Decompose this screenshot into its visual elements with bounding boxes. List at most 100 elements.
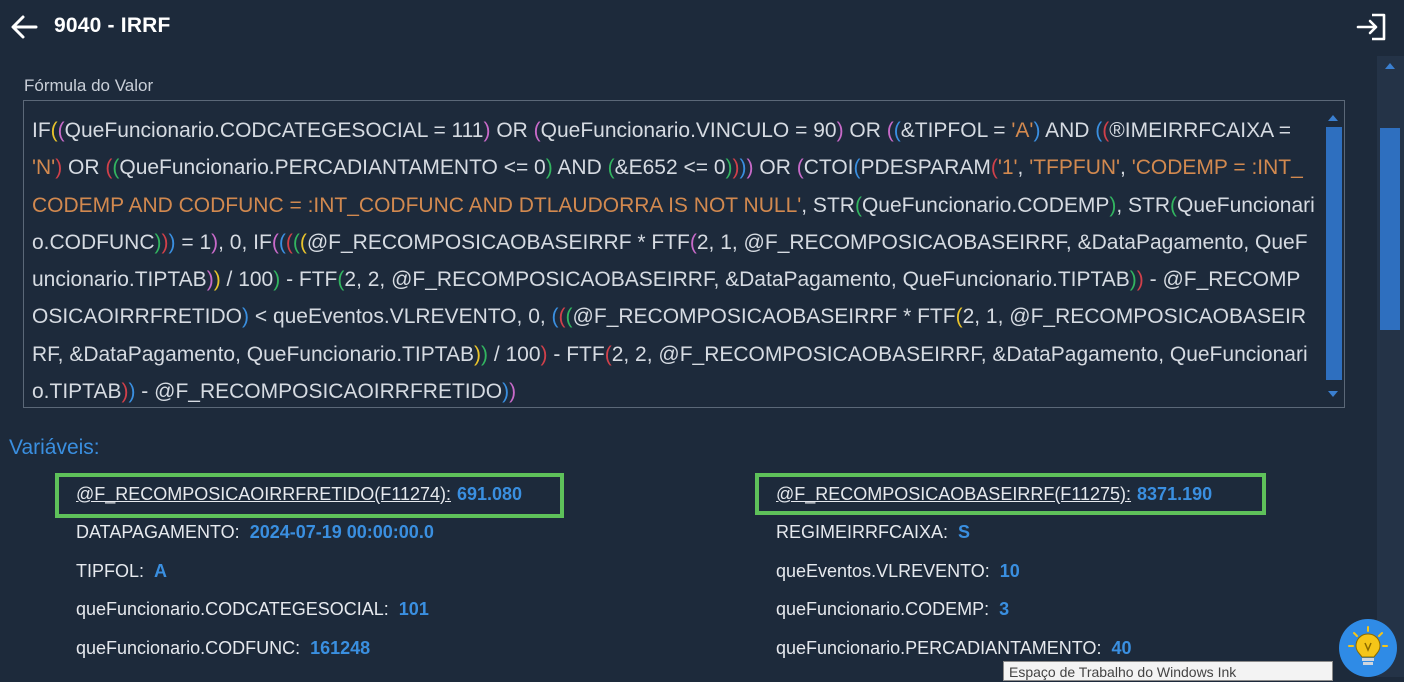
variable-value: 3: [999, 599, 1010, 619]
variables-title: Variáveis:: [9, 436, 100, 459]
formula-token: @F_RECOMPOSICAOBASEIRRF * FTF: [306, 230, 690, 254]
formula-paren-token: (: [607, 156, 615, 180]
variable-row: @F_RECOMPOSICAOIRRFRETIDO(F11274): 691.08…: [76, 484, 522, 505]
variable-row: @F_RECOMPOSICAOBASEIRRF(F11275): 8371.190: [776, 484, 1212, 505]
formula-paren-token: (: [689, 230, 697, 254]
formula-token: = 1: [175, 230, 212, 254]
formula-paren-token: (: [854, 193, 862, 217]
formula-token: QueFuncionario.CODEMP: [861, 193, 1110, 217]
formula-paren-token: ): [509, 380, 517, 404]
variable-row: queFuncionario.CODFUNC: 161248: [76, 638, 370, 659]
formula-paren-token: (: [955, 305, 963, 329]
formula-token: OR: [843, 119, 887, 142]
formula-token: &TIPFOL =: [900, 119, 1012, 142]
page-title: 9040 - IRRF: [54, 14, 171, 37]
formula-paren-token: (: [292, 230, 300, 254]
formula-paren-token: ): [242, 305, 250, 329]
formula-token: OR: [490, 119, 534, 142]
formula-token: CTOI: [803, 156, 854, 180]
formula-token: IF: [32, 119, 51, 142]
formula-token: / 100: [487, 342, 541, 366]
formula-token: OR: [753, 156, 797, 180]
formula-paren-token: ): [1136, 268, 1144, 292]
variable-name-link[interactable]: @F_RECOMPOSICAOIRRFRETIDO(F11274):: [76, 484, 451, 504]
formula-paren-token: (: [50, 119, 58, 142]
formula-token: - FTF: [280, 268, 338, 292]
formula-token: / 100: [220, 268, 274, 292]
variable-row: queFuncionario.PERCADIANTAMENTO: 40: [776, 638, 1131, 659]
formula-paren-token: (: [533, 119, 541, 142]
formula-paren-token: (: [285, 230, 293, 254]
formula-token: < queEventos.VLREVENTO, 0,: [249, 305, 552, 329]
formula-scrollbar[interactable]: [1322, 101, 1344, 407]
formula-paren-token: (: [853, 156, 861, 180]
formula-paren-token: ): [213, 268, 221, 292]
formula-paren-token: ): [732, 156, 740, 180]
formula-token: QueFuncionario.CODCATEGESOCIAL = 111: [64, 119, 484, 142]
formula-token: AND: [1040, 119, 1096, 142]
variable-value: 2024-07-19 00:00:00.0: [249, 522, 434, 542]
formula-paren-token: (: [893, 119, 901, 142]
formula-token: @F_RECOMPOSICAOBASEIRRF * FTF: [572, 305, 956, 329]
formula-token: - FTF: [547, 342, 605, 366]
variable-name: queFuncionario.CODCATEGESOCIAL:: [76, 599, 389, 619]
formula-paren-token: (: [558, 305, 566, 329]
variable-name: queFuncionario.PERCADIANTAMENTO:: [776, 638, 1102, 658]
formula-token: AND: [552, 156, 608, 180]
formula-string-token: 'A': [1011, 119, 1034, 142]
lightbulb-icon: [1348, 626, 1388, 665]
arrow-left-icon[interactable]: [10, 14, 38, 40]
formula-paren-token: ): [480, 342, 488, 366]
formula-token: &E652 <= 0: [614, 156, 726, 180]
variable-value: 40: [1111, 638, 1132, 658]
variable-value: A: [154, 561, 168, 581]
scroll-down-arrow-icon[interactable]: [1328, 391, 1338, 397]
tooltip: Espaço de Trabalho do Windows Ink: [1003, 661, 1333, 681]
variable-value: 161248: [310, 638, 371, 658]
formula-paren-token: ): [154, 230, 162, 254]
formula-token: ®IMEIRRFCAIXA =: [1109, 119, 1292, 142]
formula-paren-token: (: [551, 305, 559, 329]
formula-text[interactable]: IF((QueFuncionario.CODCATEGESOCIAL = 111…: [32, 112, 1315, 410]
variable-name: DATAPAGAMENTO:: [76, 522, 240, 542]
formula-paren-token: ): [1129, 268, 1137, 292]
formula-token: , 0, IF: [218, 230, 272, 254]
formula-token: - @F_RECOMPOSICAOIRRFRETIDO: [135, 380, 503, 404]
formula-token: , STR: [1116, 193, 1171, 217]
formula-scroll-thumb[interactable]: [1326, 127, 1342, 380]
formula-string-token: 'TFPFUN': [1029, 156, 1121, 180]
formula-paren-token: (: [57, 119, 65, 142]
variable-name: queEventos.VLREVENTO:: [776, 561, 990, 581]
variable-row: queEventos.VLREVENTO: 10: [776, 561, 1020, 582]
scroll-up-arrow-icon[interactable]: [1385, 63, 1395, 69]
scroll-up-arrow-icon[interactable]: [1328, 115, 1338, 121]
formula-paren-token: (: [278, 230, 286, 254]
variable-name: REGIMEIRRFCAIXA:: [776, 522, 949, 542]
variable-row: DATAPAGAMENTO: 2024-07-19 00:00:00.0: [76, 522, 434, 543]
variable-row: queFuncionario.CODEMP: 3: [776, 599, 1009, 620]
formula-paren-token: ): [168, 230, 176, 254]
assistant-button[interactable]: [1339, 619, 1397, 677]
variable-value: 10: [999, 561, 1020, 581]
formula-label: Fórmula do Valor: [24, 76, 154, 95]
formula-paren-token: (: [299, 230, 307, 254]
variable-name-link[interactable]: @F_RECOMPOSICAOBASEIRRF(F11275):: [776, 484, 1131, 504]
page-scroll-thumb[interactable]: [1380, 128, 1400, 330]
formula-paren-token: (: [886, 119, 894, 142]
formula-paren-token: ): [161, 230, 169, 254]
formula-token: QueFuncionario.PERCADIANTAMENTO <= 0: [119, 156, 546, 180]
formula-paren-token: (: [565, 305, 573, 329]
formula-string-token: '1': [997, 156, 1018, 180]
formula-string-token: 'N': [32, 156, 56, 180]
exit-icon[interactable]: [1355, 12, 1387, 42]
variable-name: TIPFOL:: [76, 561, 145, 581]
variable-row: REGIMEIRRFCAIXA: S: [776, 522, 970, 543]
formula-paren-token: ): [545, 156, 553, 180]
variable-row: queFuncionario.CODCATEGESOCIAL: 101: [76, 599, 429, 620]
formula-paren-token: ): [473, 342, 481, 366]
formula-paren-token: ): [540, 342, 548, 366]
variable-name: queFuncionario.CODEMP:: [776, 599, 990, 619]
variable-value: S: [958, 522, 971, 542]
formula-textarea[interactable]: IF((QueFuncionario.CODCATEGESOCIAL = 111…: [23, 100, 1345, 408]
formula-paren-token: ): [725, 156, 733, 180]
